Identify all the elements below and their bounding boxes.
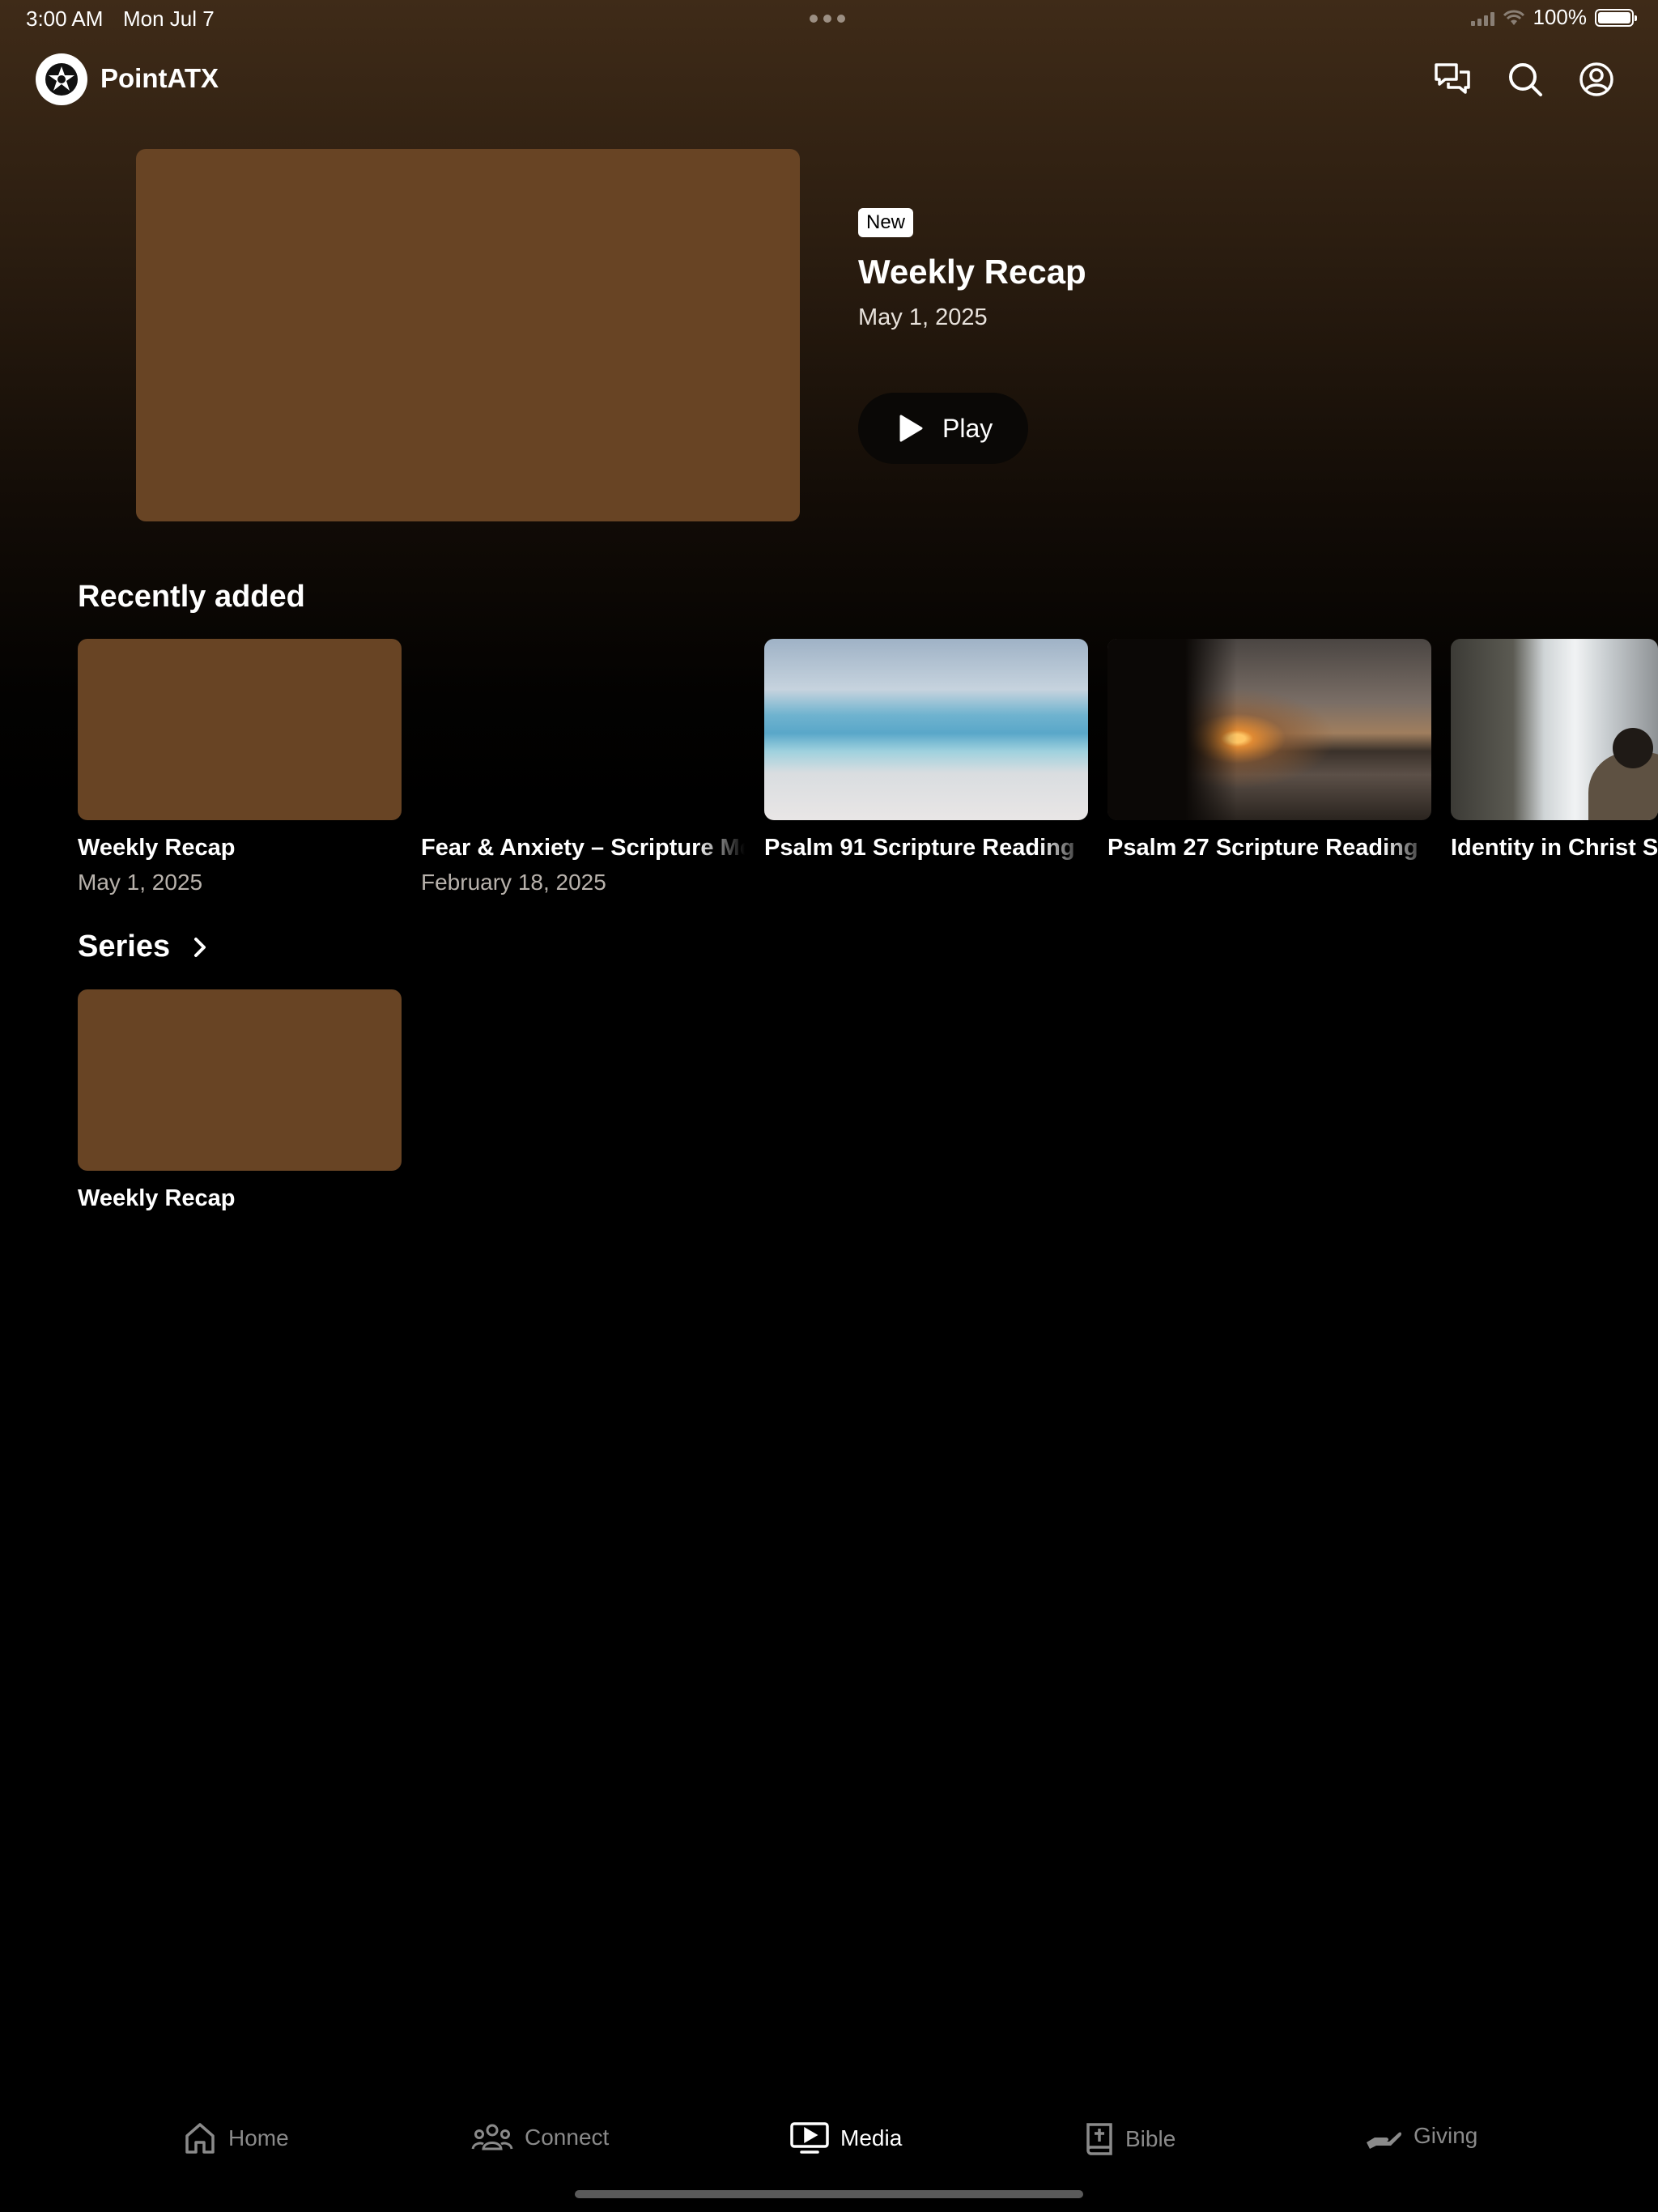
status-indicators: 100%: [1470, 5, 1637, 30]
tab-bar: Home Connect Media Bible Giving: [0, 2113, 1658, 2184]
search-icon[interactable]: [1504, 58, 1546, 100]
status-date: Mon Jul 7: [123, 6, 215, 31]
multitasking-dots-icon[interactable]: [810, 15, 845, 23]
recently-added-heading: Recently added: [78, 580, 305, 614]
play-icon: [899, 415, 923, 442]
card-title: Weekly Recap: [78, 835, 236, 861]
tab-label: Home: [228, 2125, 289, 2150]
card-thumbnail: [78, 639, 402, 820]
card-title: Fear & Anxiety – Scripture Meditation: [421, 835, 745, 861]
recent-card[interactable]: Psalm 27 Scripture Reading: [1107, 639, 1431, 861]
tab-giving[interactable]: Giving: [1365, 2121, 1477, 2150]
account-icon[interactable]: [1575, 58, 1618, 100]
chevron-right-icon: [194, 937, 206, 957]
status-bar: 3:00 AM Mon Jul 7 100%: [0, 0, 1658, 39]
tab-connect[interactable]: Connect: [471, 2121, 609, 2154]
tab-label: Giving: [1414, 2123, 1478, 2148]
card-date: May 1, 2025: [78, 870, 203, 895]
card-thumbnail: [78, 989, 402, 1171]
card-title: Weekly Recap: [78, 1185, 236, 1211]
play-button[interactable]: Play: [858, 393, 1028, 464]
play-label: Play: [942, 413, 993, 443]
tab-label: Bible: [1125, 2126, 1176, 2151]
battery-percentage: 100%: [1533, 5, 1588, 29]
card-thumbnail: [764, 639, 1088, 820]
tab-home[interactable]: Home: [183, 2121, 289, 2155]
new-badge: New: [858, 208, 914, 237]
recent-card[interactable]: Weekly Recap May 1, 2025: [78, 639, 402, 895]
wifi-icon: [1503, 10, 1524, 25]
card-date: February 18, 2025: [421, 870, 606, 895]
church-logo-icon[interactable]: [36, 53, 87, 105]
hero-thumbnail[interactable]: [136, 149, 800, 521]
card-title: Identity in Christ S: [1451, 835, 1658, 861]
card-thumbnail: [1451, 639, 1658, 820]
tab-label: Connect: [525, 2125, 610, 2150]
battery-icon: [1595, 8, 1637, 27]
tab-bible[interactable]: Bible: [1085, 2121, 1175, 2157]
series-heading[interactable]: Series: [78, 929, 207, 964]
card-title: Psalm 27 Scripture Reading: [1107, 835, 1418, 861]
status-time: 3:00 AM: [26, 6, 104, 31]
card-title: Psalm 91 Scripture Reading: [764, 835, 1075, 861]
hero-title: Weekly Recap: [858, 253, 1086, 291]
home-icon: [185, 2123, 215, 2154]
tab-media[interactable]: Media: [790, 2121, 902, 2155]
cellular-signal-icon: [1470, 10, 1494, 26]
app-header: PointATX: [0, 49, 1658, 110]
media-screen: 3:00 AM Mon Jul 7 100% PointATX New Week…: [0, 0, 1658, 2212]
giving-hand-icon: [1367, 2132, 1402, 2149]
card-thumbnail: [421, 639, 745, 820]
series-heading-label: Series: [78, 929, 171, 963]
recent-card[interactable]: Fear & Anxiety – Scripture Meditation Fe…: [421, 639, 745, 895]
app-name: PointATX: [100, 63, 219, 93]
tab-label: Media: [840, 2125, 903, 2150]
people-icon: [471, 2124, 513, 2150]
hero-date: May 1, 2025: [858, 304, 988, 330]
bible-icon: [1086, 2123, 1112, 2155]
home-indicator[interactable]: [575, 2190, 1083, 2198]
series-card[interactable]: Weekly Recap: [78, 989, 402, 1212]
tv-play-icon: [790, 2122, 829, 2154]
card-thumbnail: [1107, 639, 1431, 820]
chat-icon[interactable]: [1431, 58, 1473, 100]
recent-card[interactable]: Psalm 91 Scripture Reading: [764, 639, 1088, 861]
recent-card[interactable]: Identity in Christ S: [1451, 639, 1658, 861]
